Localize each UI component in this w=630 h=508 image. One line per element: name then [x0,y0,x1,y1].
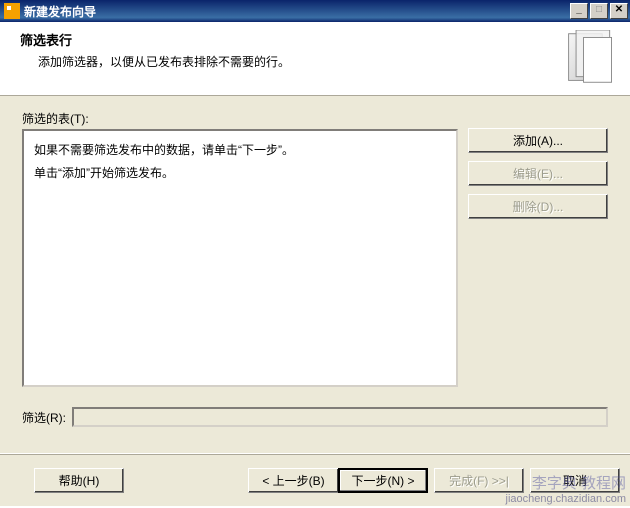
window-title: 新建发布向导 [24,3,568,20]
back-button[interactable]: < 上一步(B) [248,468,338,493]
window-buttons: _ □ ✕ [568,3,628,19]
help-button[interactable]: 帮助(H) [34,468,124,493]
side-buttons: 添加(A)... 编辑(E)... 删除(D)... [468,128,608,387]
app-icon [4,3,20,19]
maximize-button: □ [590,3,608,19]
next-button[interactable]: 下一步(N) > [338,468,428,493]
hint-line-2: 单击“添加”开始筛选发布。 [34,162,446,185]
filtered-tables-list[interactable]: 如果不需要筛选发布中的数据，请单击“下一步”。 单击“添加”开始筛选发布。 [22,129,458,387]
wizard-body: 筛选的表(T): 如果不需要筛选发布中的数据，请单击“下一步”。 单击“添加”开… [0,96,630,454]
filter-row: 筛选(R): [22,407,608,427]
filter-field [72,407,608,427]
wizard-footer: 帮助(H) < 上一步(B) 下一步(N) > 完成(F) >>| 取消 [0,454,630,506]
wizard-banner-icon [562,30,620,86]
page-description: 添加筛选器，以便从已发布表排除不需要的行。 [38,53,616,70]
delete-button: 删除(D)... [468,194,608,219]
finish-button: 完成(F) >>| [434,468,524,493]
hint-line-1: 如果不需要筛选发布中的数据，请单击“下一步”。 [34,139,446,162]
add-button[interactable]: 添加(A)... [468,128,608,153]
wizard-header: 筛选表行 添加筛选器，以便从已发布表排除不需要的行。 [0,22,630,96]
filter-label: 筛选(R): [22,409,66,426]
titlebar: 新建发布向导 _ □ ✕ [0,0,630,22]
close-button[interactable]: ✕ [610,3,628,19]
minimize-button[interactable]: _ [570,3,588,19]
edit-button: 编辑(E)... [468,161,608,186]
filtered-tables-label: 筛选的表(T): [22,110,608,127]
page-title: 筛选表行 [20,30,616,49]
cancel-button[interactable]: 取消 [530,468,620,493]
